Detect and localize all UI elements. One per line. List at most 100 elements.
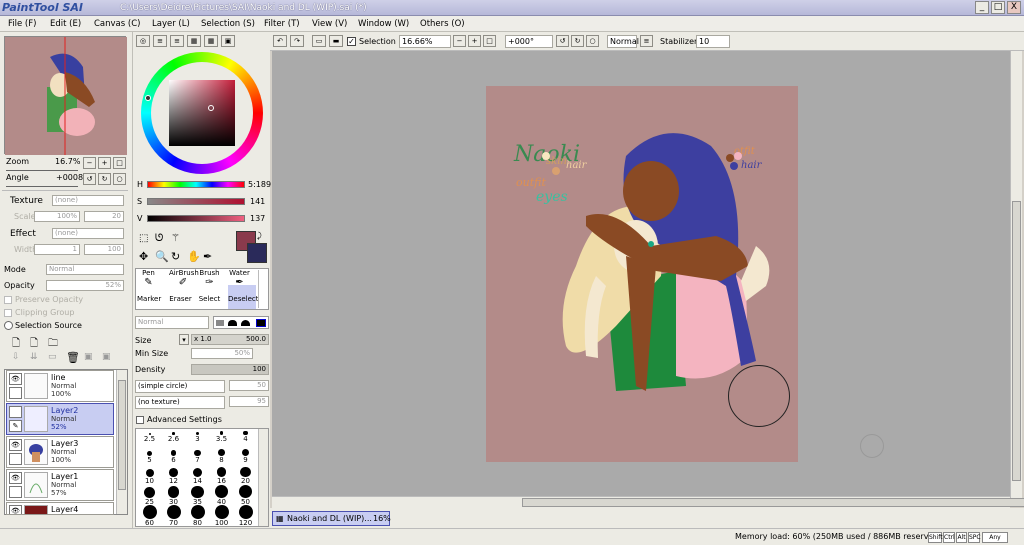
saturation-value-square[interactable] xyxy=(169,80,235,146)
brush-shape-select[interactable]: (simple circle) xyxy=(135,380,225,393)
square-shape-icon[interactable] xyxy=(256,319,266,327)
secondary-color-swatch[interactable] xyxy=(247,243,267,263)
zoom-fit-icon[interactable]: □ xyxy=(113,157,126,169)
rgb-slider-tab-icon[interactable]: ≡ xyxy=(153,35,167,47)
hue-slider[interactable] xyxy=(147,181,245,188)
view-mode-select[interactable]: Normal xyxy=(607,35,639,48)
rotate-reset-button[interactable]: ○ xyxy=(586,35,599,47)
color-wheel[interactable] xyxy=(141,52,263,174)
magic-wand-icon[interactable]: ⚚ xyxy=(171,233,180,244)
brush-size-0-0[interactable]: 2.5 xyxy=(138,429,161,443)
layer-item-line[interactable]: 👁 line Normal 100% xyxy=(6,370,114,402)
swatches-tab-icon[interactable]: ▦ xyxy=(187,35,201,47)
selection-checkbox[interactable]: ✓ xyxy=(347,37,356,46)
tool-grid-scrollbar[interactable] xyxy=(258,270,268,308)
brush-size-2-1[interactable]: 12 xyxy=(162,465,185,485)
maximize-button[interactable]: □ xyxy=(991,1,1005,14)
menu-others[interactable]: Others (O) xyxy=(420,18,465,30)
brush-size-1-2[interactable]: 7 xyxy=(186,444,209,464)
rotate-left-icon[interactable]: ↺ xyxy=(83,173,96,185)
canvas-vertical-scrollbar[interactable] xyxy=(1010,51,1022,498)
brush-size-1-4[interactable]: 9 xyxy=(234,444,257,464)
brush-shape-value[interactable]: 50 xyxy=(229,380,269,391)
opacity-slider[interactable]: 52% xyxy=(46,280,124,291)
clipping-group-checkbox[interactable] xyxy=(4,309,12,317)
pen-edit-icon[interactable]: ✎ xyxy=(9,420,22,432)
value-slider[interactable] xyxy=(147,215,245,222)
zoom-out-button[interactable]: − xyxy=(453,35,466,47)
brush-texture-value[interactable]: 95 xyxy=(229,396,269,407)
new-layer-icon[interactable]: 🗋 xyxy=(12,336,20,353)
minimize-button[interactable]: _ xyxy=(975,1,989,14)
brush-size-3-4[interactable]: 50 xyxy=(234,484,257,506)
rotate-reset-icon[interactable]: ○ xyxy=(113,173,126,185)
close-button[interactable]: X xyxy=(1007,1,1021,14)
tool-eraser[interactable]: Eraser xyxy=(169,285,192,309)
brush-size-3-2[interactable]: 35 xyxy=(186,485,209,506)
merge-down-icon[interactable]: ⇊ xyxy=(30,352,38,362)
layer-item-layer4[interactable]: 👁 Layer4 xyxy=(6,502,114,515)
menu-canvas[interactable]: Canvas (C) xyxy=(94,18,140,30)
width-number[interactable]: 100 xyxy=(84,244,124,255)
angle-select[interactable]: +000° xyxy=(505,35,553,48)
width-value[interactable]: 1 xyxy=(34,244,80,255)
flat-shape-icon[interactable] xyxy=(216,320,224,326)
brush-size-3-3[interactable]: 40 xyxy=(210,485,233,506)
layer-mask-icon[interactable]: ▣ xyxy=(84,352,93,362)
brush-size-4-3[interactable]: 100 xyxy=(210,505,233,526)
soft-shape-icon[interactable] xyxy=(241,320,250,326)
texture-select[interactable]: (none) xyxy=(52,195,124,206)
layer-item-layer2[interactable]: ✎ Layer2 Normal 52% xyxy=(6,403,114,435)
clear-layer-icon[interactable]: ▭ xyxy=(48,352,57,362)
move-icon[interactable]: ✥ xyxy=(139,250,148,263)
scratchpad-tab-icon[interactable]: ▦ xyxy=(204,35,218,47)
scale-number[interactable]: 20 xyxy=(84,211,124,222)
zoom-reset-button[interactable]: □ xyxy=(483,35,496,47)
hsv-slider-tab-icon[interactable]: ≡ xyxy=(170,35,184,47)
menu-selection[interactable]: Selection (S) xyxy=(201,18,255,30)
eyedropper-icon[interactable]: ✒ xyxy=(203,250,212,263)
angle-slider[interactable] xyxy=(6,183,78,187)
brush-size-4-1[interactable]: 70 xyxy=(162,505,185,526)
saturation-slider[interactable] xyxy=(147,198,245,205)
menu-file[interactable]: File (F) xyxy=(8,18,36,30)
density-field[interactable]: 100 xyxy=(191,364,269,375)
color-wheel-tab-icon[interactable]: ◎ xyxy=(136,35,150,47)
deselect-icon[interactable]: ▭ xyxy=(312,35,326,47)
tool-marker[interactable]: Marker xyxy=(137,285,161,309)
brush-size-1-3[interactable]: 8 xyxy=(210,444,233,464)
menu-layer[interactable]: Layer (L) xyxy=(152,18,190,30)
preserve-opacity-checkbox[interactable] xyxy=(4,296,12,304)
redo-icon[interactable]: ↷ xyxy=(290,35,304,47)
undo-icon[interactable]: ↶ xyxy=(273,35,287,47)
layer-scrollbar[interactable] xyxy=(116,370,127,514)
zoom-select[interactable]: 16.66% xyxy=(399,35,451,48)
lock-toggle[interactable] xyxy=(9,453,22,465)
lock-toggle[interactable] xyxy=(9,486,22,498)
menu-filter[interactable]: Filter (T) xyxy=(264,18,300,30)
menu-view[interactable]: View (V) xyxy=(312,18,347,30)
mode-select[interactable]: Normal xyxy=(46,264,124,275)
tool-select[interactable]: Select xyxy=(198,285,221,309)
advanced-settings-checkbox[interactable] xyxy=(136,416,144,424)
stabilizer-select[interactable]: 10 xyxy=(696,35,730,48)
menu-window[interactable]: Window (W) xyxy=(358,18,409,30)
zoom-out-icon[interactable]: − xyxy=(83,157,96,169)
brush-size-0-2[interactable]: 3 xyxy=(186,429,209,443)
visibility-eye-icon[interactable]: 👁 xyxy=(9,373,22,385)
rotate-right-icon[interactable]: ↻ xyxy=(98,173,111,185)
visibility-eye-icon[interactable]: 👁 xyxy=(9,472,22,484)
tool-deselect[interactable]: Deselect xyxy=(228,285,259,309)
lasso-icon[interactable]: ᘎ xyxy=(155,233,163,244)
new-linked-layer-icon[interactable]: 🗋 xyxy=(30,336,38,353)
invert-select-icon[interactable]: ▬ xyxy=(329,35,343,47)
zoom-in-button[interactable]: + xyxy=(468,35,481,47)
zoom-in-icon[interactable]: + xyxy=(98,157,111,169)
brush-size-3-0[interactable]: 25 xyxy=(138,486,161,506)
brush-grid-scrollbar[interactable] xyxy=(258,429,268,526)
menu-edit[interactable]: Edit (E) xyxy=(50,18,81,30)
size-mult-button[interactable]: ▾ xyxy=(179,334,189,345)
brush-size-1-1[interactable]: 6 xyxy=(162,444,185,464)
size-field[interactable]: x 1.0 500.0 xyxy=(191,334,269,345)
lock-toggle[interactable] xyxy=(9,387,22,399)
